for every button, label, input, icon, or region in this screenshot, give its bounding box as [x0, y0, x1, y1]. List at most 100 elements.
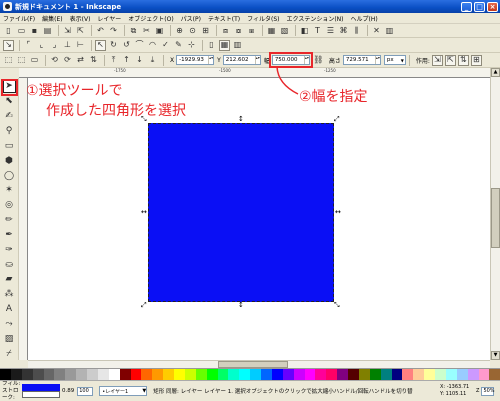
color-swatch[interactable]	[348, 369, 359, 380]
color-swatch[interactable]	[435, 369, 446, 380]
zoom-drawing-icon[interactable]: ⊙	[187, 25, 198, 36]
eraser-tool-icon[interactable]: ▰	[3, 273, 16, 286]
document-properties-icon[interactable]: ▥	[384, 25, 395, 36]
color-swatch[interactable]	[119, 369, 131, 380]
color-swatch[interactable]	[54, 369, 66, 380]
deselect-icon[interactable]: ▭	[29, 55, 40, 66]
scale-stroke-icon[interactable]: ⇲	[431, 54, 443, 66]
color-swatch[interactable]	[424, 369, 435, 380]
node-tool-icon[interactable]: ⬉	[3, 95, 16, 108]
color-swatch[interactable]	[250, 369, 261, 380]
lower-to-bottom-icon[interactable]: ⤓	[147, 55, 158, 66]
raise-to-top-icon[interactable]: ⤒	[108, 55, 119, 66]
y-field[interactable]: 212.602 ▴▾	[222, 55, 261, 65]
rotate-ccw-icon[interactable]: ⟲	[49, 55, 60, 66]
snap-bbox-center-icon[interactable]: ⊢	[75, 40, 86, 51]
select-all-icon[interactable]: ⬚	[3, 55, 14, 66]
y-spin-arrows-icon[interactable]: ▴▾	[254, 56, 260, 64]
color-swatch[interactable]	[152, 369, 164, 380]
zoom-page-icon[interactable]: ⊞	[200, 25, 211, 36]
snap-bbox-corner-icon[interactable]: ⌟	[49, 40, 60, 51]
snap-bbox-midpoint-icon[interactable]: ⊥	[62, 40, 73, 51]
menu-edit[interactable]: 編集(E)	[42, 14, 62, 23]
color-swatch[interactable]	[87, 369, 98, 380]
color-swatch[interactable]	[65, 369, 77, 380]
duplicate-icon[interactable]: ⧈	[220, 25, 231, 36]
connector-tool-icon[interactable]: ⤳	[3, 318, 16, 331]
gradient-tool-icon[interactable]: ▨	[3, 332, 16, 345]
calligraphy-tool-icon[interactable]: ✑	[3, 243, 16, 256]
color-swatch[interactable]	[21, 369, 33, 380]
color-swatch[interactable]	[402, 369, 414, 380]
x-spin-arrows-icon[interactable]: ▴▾	[208, 56, 213, 64]
color-swatch[interactable]	[391, 369, 403, 380]
scale-handle-w-icon[interactable]: ↔	[141, 209, 147, 216]
color-swatch[interactable]	[195, 369, 207, 380]
spray-tool-icon[interactable]: ⁂	[3, 288, 16, 301]
spiral-tool-icon[interactable]: ◎	[3, 199, 16, 212]
text-dialog-icon[interactable]: T	[312, 25, 323, 36]
save-icon[interactable]: ▪	[29, 25, 40, 36]
zoom-selection-icon[interactable]: ⊕	[174, 25, 185, 36]
new-document-icon[interactable]: ▯	[3, 25, 14, 36]
menu-extensions[interactable]: エクステンション(N)	[287, 14, 344, 23]
pencil-tool-icon[interactable]: ✏	[3, 214, 16, 227]
color-swatch[interactable]	[304, 369, 316, 380]
lower-icon[interactable]: ↓	[134, 55, 145, 66]
fill-stroke-dialog-icon[interactable]: ◧	[299, 25, 310, 36]
menu-text[interactable]: テキスト(T)	[208, 14, 240, 23]
color-swatch[interactable]	[184, 369, 196, 380]
export-icon[interactable]: ⇱	[75, 25, 86, 36]
maximize-button[interactable]: □	[474, 1, 485, 12]
color-swatch[interactable]	[380, 369, 392, 380]
color-swatch[interactable]	[261, 369, 272, 380]
snap-midpoint-icon[interactable]: ✓	[160, 40, 171, 51]
color-swatch[interactable]	[174, 369, 185, 380]
color-swatch[interactable]	[478, 369, 490, 380]
clone-icon[interactable]: ⧇	[233, 25, 244, 36]
unlink-clone-icon[interactable]: ⧆	[246, 25, 257, 36]
color-swatch[interactable]	[315, 369, 327, 380]
horizontal-scrollbar[interactable]	[28, 360, 490, 368]
paint-bucket-tool-icon[interactable]: ⛀	[3, 258, 16, 271]
color-swatch[interactable]	[228, 369, 240, 380]
scale-handle-sw-icon[interactable]: ⤢	[141, 302, 147, 309]
color-swatch[interactable]	[206, 369, 218, 380]
vertical-scroll-thumb[interactable]	[491, 188, 500, 248]
unit-select[interactable]: px ▼	[383, 55, 406, 65]
color-swatch[interactable]	[43, 369, 55, 380]
minimize-button[interactable]: _	[461, 1, 472, 12]
selected-rectangle[interactable]	[148, 123, 334, 302]
horizontal-scroll-thumb[interactable]	[218, 361, 288, 368]
color-swatch[interactable]	[32, 369, 44, 380]
cut-icon[interactable]: ✂	[141, 25, 152, 36]
color-swatch[interactable]	[108, 369, 120, 380]
scroll-down-icon[interactable]: ▼	[491, 351, 500, 360]
rectangle-tool-icon[interactable]: ▭	[3, 139, 16, 152]
flip-vertical-icon[interactable]: ⇅	[88, 55, 99, 66]
snap-intersection-icon[interactable]: ↺	[121, 40, 132, 51]
redo-icon[interactable]: ↷	[108, 25, 119, 36]
copy-icon[interactable]: ⧉	[128, 25, 139, 36]
lock-ratio-icon[interactable]: ⛓	[313, 55, 324, 66]
snap-page-icon[interactable]: ▯	[206, 40, 217, 51]
flip-horizontal-icon[interactable]: ⇄	[75, 55, 86, 66]
snap-center-icon[interactable]: ✎	[173, 40, 184, 51]
snap-bbox-edge-icon[interactable]: ⌞	[36, 40, 47, 51]
ellipse-tool-icon[interactable]: ◯	[3, 169, 16, 182]
color-swatch[interactable]	[445, 369, 457, 380]
pen-tool-icon[interactable]: ✒	[3, 228, 16, 241]
menu-path[interactable]: パス(P)	[181, 14, 201, 23]
color-swatch[interactable]	[358, 369, 370, 380]
layers-dialog-icon[interactable]: ☰	[325, 25, 336, 36]
snap-rotation-icon[interactable]: ⊹	[186, 40, 197, 51]
color-swatch[interactable]	[467, 369, 479, 380]
color-swatch[interactable]	[76, 369, 87, 380]
snap-toggle-icon[interactable]: ↘	[3, 39, 14, 51]
move-pattern-icon[interactable]: ⊞	[470, 54, 482, 66]
undo-icon[interactable]: ↶	[95, 25, 106, 36]
move-gradient-icon[interactable]: ⇅	[457, 54, 469, 66]
stroke-color-swatch[interactable]	[22, 391, 60, 398]
scroll-up-icon[interactable]: ▲	[491, 68, 500, 77]
color-swatch[interactable]	[489, 369, 500, 380]
